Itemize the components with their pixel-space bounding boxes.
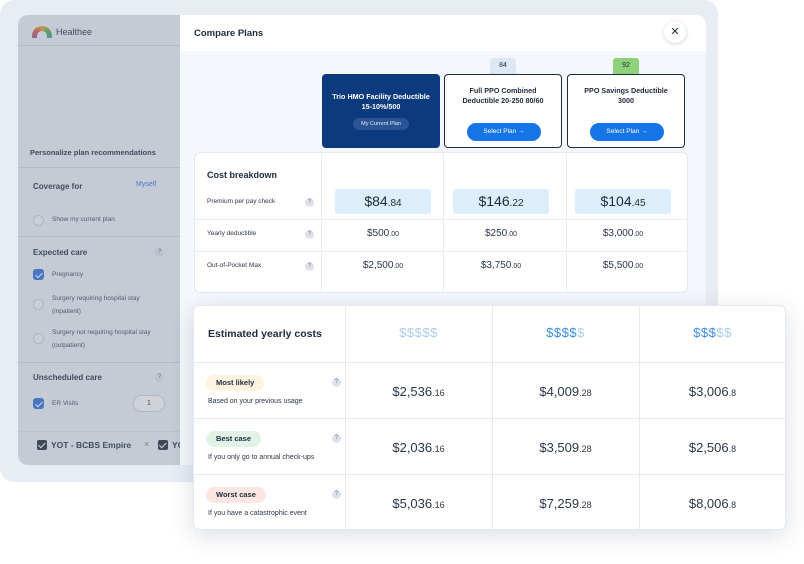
estimated-cost-value: $7,259.28 bbox=[539, 496, 592, 511]
close-button[interactable]: ✕ bbox=[664, 21, 686, 43]
plan-name: PPO Savings Deductible 3000 bbox=[584, 86, 668, 105]
select-plan-label: Select Plan bbox=[606, 128, 640, 135]
estimate-title: Estimated yearly costs bbox=[208, 328, 322, 340]
help-icon[interactable]: ? bbox=[305, 262, 314, 271]
estimated-cost-value: $2,506.8 bbox=[688, 440, 737, 455]
deductible-label: Yearly deductible bbox=[207, 230, 257, 237]
plan-card: Full PPO Combined Deductible 20-250 80/6… bbox=[444, 74, 562, 148]
scenario-description: If you have a catastrophic event bbox=[208, 510, 307, 517]
deductible-value: $500.00 bbox=[367, 228, 399, 239]
estimated-cost-value: $4,009.28 bbox=[539, 384, 592, 399]
premium-value: $146.22 bbox=[453, 189, 549, 214]
divider bbox=[195, 251, 687, 252]
deductible-value: $250.00 bbox=[485, 228, 517, 239]
modal-backdrop[interactable] bbox=[18, 15, 180, 465]
cost-rating: $$$$$ bbox=[693, 325, 732, 340]
oop-max-value: $5,500.00 bbox=[602, 260, 644, 271]
premium-label: Premium per pay check bbox=[207, 198, 276, 205]
estimated-cost-value: $2,536.16 bbox=[392, 384, 445, 399]
best-case-badge: Best case bbox=[206, 431, 262, 447]
cost-breakdown-table: Cost breakdown Premium per pay check ? $… bbox=[194, 152, 688, 293]
divider bbox=[195, 219, 687, 220]
arrow-right-icon: → bbox=[641, 128, 648, 135]
divider bbox=[566, 153, 567, 292]
plan-score-badge: 92 bbox=[613, 58, 639, 74]
most-likely-badge: Most likely bbox=[206, 375, 265, 391]
divider bbox=[194, 418, 785, 419]
modal-title: Compare Plans bbox=[194, 28, 264, 39]
estimated-cost-value: $3,509.28 bbox=[539, 440, 592, 455]
current-plan-tag: My Current Plan bbox=[353, 118, 409, 130]
select-plan-label: Select Plan bbox=[483, 128, 517, 135]
divider bbox=[194, 474, 785, 475]
worst-case-badge: Worst case bbox=[206, 487, 266, 503]
cost-rating: $$$$$ bbox=[399, 325, 438, 340]
stage: Healthee Personalize plan recommendation… bbox=[0, 0, 804, 564]
cost-breakdown-title: Cost breakdown bbox=[207, 170, 278, 180]
help-icon[interactable]: ? bbox=[332, 434, 341, 443]
plan-card: PPO Savings Deductible 3000 Select Plan … bbox=[567, 74, 685, 148]
premium-value: $84.84 bbox=[335, 189, 431, 214]
divider bbox=[321, 153, 322, 292]
arrow-right-icon: → bbox=[518, 128, 525, 135]
plan-score-badge: 84 bbox=[490, 58, 516, 74]
select-plan-button[interactable]: Select Plan → bbox=[590, 123, 664, 141]
help-icon[interactable]: ? bbox=[305, 198, 314, 207]
estimated-yearly-costs-card: Estimated yearly costs $$$$$ $$$$$ $$$$$… bbox=[193, 305, 786, 530]
help-icon[interactable]: ? bbox=[332, 490, 341, 499]
oop-max-value: $2,500.00 bbox=[362, 260, 404, 271]
close-icon: ✕ bbox=[670, 26, 680, 38]
plan-card-current: Trio HMO Facility Deductible 15-10%/500 … bbox=[322, 74, 440, 148]
select-plan-button[interactable]: Select Plan → bbox=[467, 123, 541, 141]
plan-name: Full PPO Combined Deductible 20-250 80/6… bbox=[462, 86, 544, 105]
estimated-cost-value: $3,006.8 bbox=[688, 384, 737, 399]
scenario-description: If you only go to annual check-ups bbox=[208, 454, 315, 461]
help-icon[interactable]: ? bbox=[332, 378, 341, 387]
estimated-cost-value: $5,036.16 bbox=[392, 496, 445, 511]
cost-rating: $$$$$ bbox=[546, 325, 585, 340]
estimated-cost-value: $2,036.16 bbox=[392, 440, 445, 455]
divider bbox=[443, 153, 444, 292]
help-icon[interactable]: ? bbox=[305, 230, 314, 239]
premium-value: $104.45 bbox=[575, 189, 671, 214]
oop-max-value: $3,750.00 bbox=[480, 260, 522, 271]
plan-name: Trio HMO Facility Deductible 15-10%/500 bbox=[332, 92, 430, 111]
divider bbox=[194, 362, 785, 363]
scenario-description: Based on your previous usage bbox=[208, 398, 303, 405]
deductible-value: $3,000.00 bbox=[602, 228, 644, 239]
estimated-cost-value: $8,006.8 bbox=[688, 496, 737, 511]
oop-max-label: Out-of-Pocket Max bbox=[207, 262, 262, 269]
